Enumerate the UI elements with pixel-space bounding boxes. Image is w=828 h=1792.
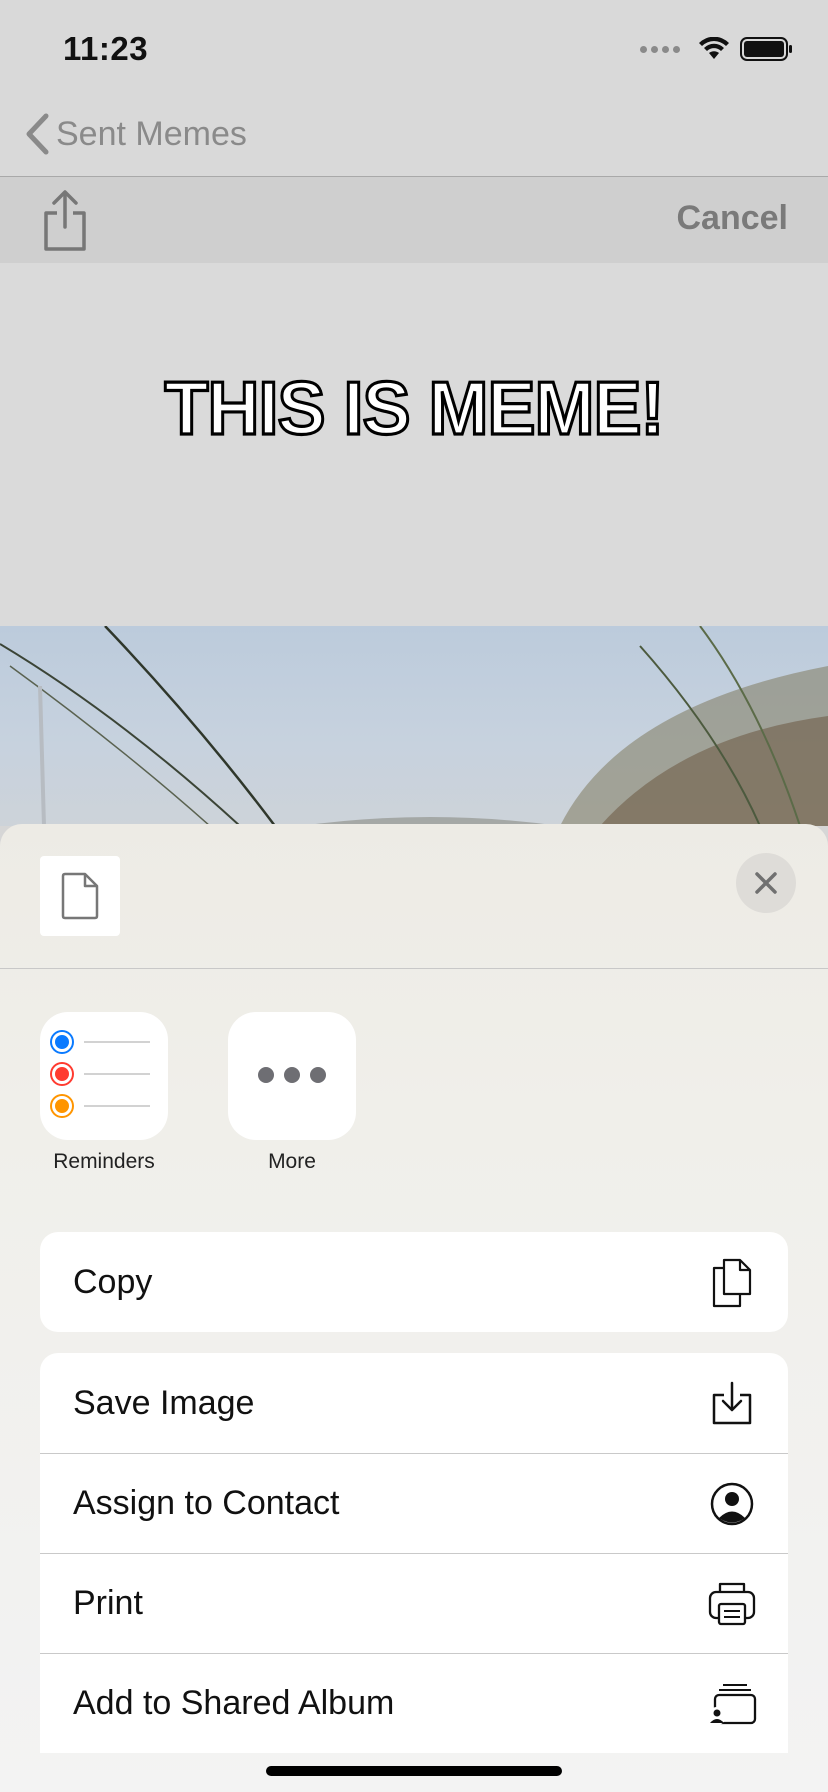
shared-album-icon: [706, 1678, 758, 1730]
more-icon: [228, 1012, 356, 1140]
meme-photo: [0, 626, 828, 826]
share-apps-row: Reminders More: [0, 1012, 828, 1192]
wifi-icon: [699, 37, 729, 59]
share-icon: [44, 190, 86, 251]
navigation-bar: Sent Memes: [0, 100, 828, 177]
action-print[interactable]: Print: [40, 1553, 788, 1653]
status-time: 11:23: [63, 30, 149, 67]
meme-top-text[interactable]: THIS IS MEME!: [0, 365, 828, 452]
contact-icon: [706, 1478, 758, 1530]
app-label: Reminders: [53, 1150, 155, 1173]
grass-image: [0, 626, 828, 826]
action-save-image[interactable]: Save Image: [40, 1353, 788, 1453]
action-label: Copy: [73, 1262, 153, 1301]
close-icon: [755, 872, 777, 894]
share-sheet-header: [0, 824, 828, 969]
battery-icon: [740, 37, 792, 61]
meme-canvas: THIS IS MEME!: [0, 263, 828, 626]
app-reminders[interactable]: Reminders: [40, 1012, 168, 1174]
action-copy[interactable]: Copy: [40, 1232, 788, 1332]
copy-icon: [706, 1256, 758, 1308]
document-icon: [61, 872, 99, 920]
reminders-icon: [40, 1012, 168, 1140]
cellular-signal-icon: [640, 45, 680, 53]
action-label: Assign to Contact: [73, 1484, 340, 1522]
cancel-button[interactable]: Cancel: [677, 199, 789, 238]
home-indicator[interactable]: [266, 1766, 562, 1776]
status-indicators: [640, 36, 794, 62]
back-label: Sent Memes: [56, 114, 247, 153]
action-label: Add to Shared Album: [73, 1684, 395, 1722]
share-sheet: Reminders More Copy Save Image Assign to…: [0, 824, 828, 1792]
close-button[interactable]: [736, 853, 796, 913]
print-icon: [706, 1578, 758, 1630]
action-group-main: Save Image Assign to Contact Print Add t…: [40, 1353, 788, 1753]
status-bar: 11:23: [0, 0, 828, 100]
share-button[interactable]: [40, 187, 90, 253]
action-group-copy: Copy: [40, 1232, 788, 1332]
action-assign-to-contact[interactable]: Assign to Contact: [40, 1453, 788, 1553]
shared-item-thumbnail: [40, 856, 120, 936]
chevron-left-icon: [26, 113, 49, 155]
action-label: Print: [73, 1584, 143, 1622]
app-more[interactable]: More: [228, 1012, 356, 1174]
app-label: More: [268, 1150, 316, 1173]
editor-toolbar: Cancel: [0, 177, 828, 263]
back-button[interactable]: Sent Memes: [24, 112, 247, 156]
save-image-icon: [706, 1377, 758, 1429]
action-label: Save Image: [73, 1383, 255, 1422]
action-add-to-shared-album[interactable]: Add to Shared Album: [40, 1653, 788, 1753]
